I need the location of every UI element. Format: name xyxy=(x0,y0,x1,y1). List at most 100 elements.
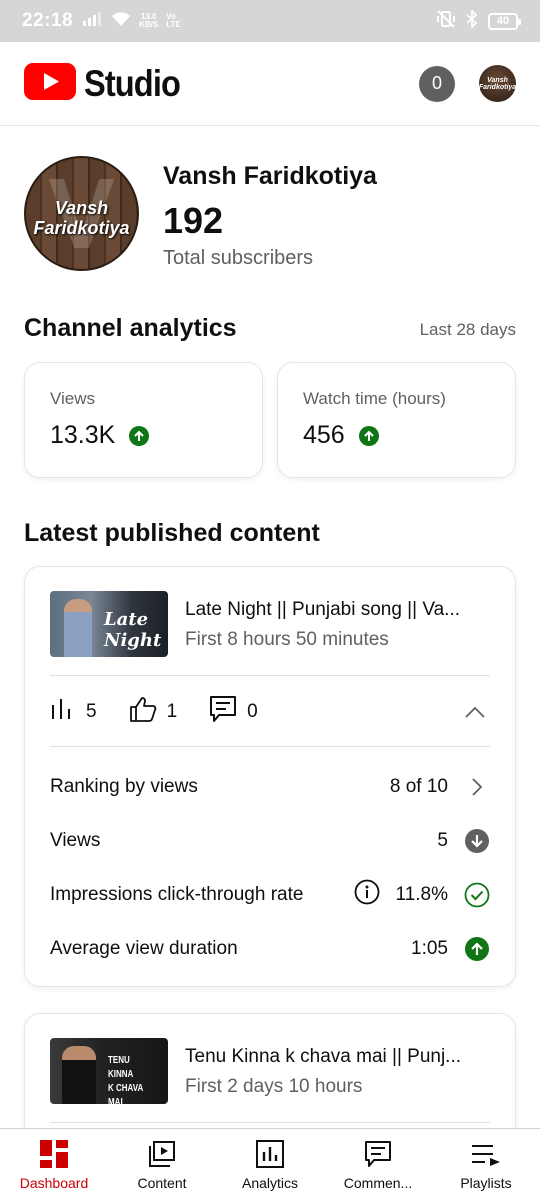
ranking-value: 8 of 10 xyxy=(389,776,448,797)
content-icon xyxy=(146,1139,178,1169)
detail-label: Impressions click-through rate xyxy=(50,884,303,906)
bar-chart-icon xyxy=(50,697,76,727)
avatar-line-2: Faridkotiya xyxy=(33,218,130,238)
down-arrow-icon xyxy=(464,829,490,853)
thumbnail-figure xyxy=(62,1046,96,1104)
video-title[interactable]: Tenu Kinna k chava mai || Punj... xyxy=(185,1046,495,1068)
bottom-navigation: Dashboard Content Analytics Commen... Pl… xyxy=(0,1128,540,1200)
thumb-line-2: K CHAVA MAI xyxy=(108,1083,143,1104)
analytics-title: Channel analytics xyxy=(24,314,237,342)
ranking-row[interactable]: Ranking by views 8 of 10 xyxy=(50,772,490,802)
network-type: Vo LTE xyxy=(166,13,181,29)
subscriber-count: 192 xyxy=(163,200,224,241)
youtube-play-icon xyxy=(24,62,76,105)
avg-duration-value: 1:05 xyxy=(411,938,448,959)
likes-stat: 1 xyxy=(129,696,178,728)
analytics-icon xyxy=(254,1139,286,1169)
playlists-icon xyxy=(470,1139,502,1169)
trend-up-icon xyxy=(358,425,379,446)
metric-value: 13.3K xyxy=(50,421,237,450)
net-speed-unit: KB/S xyxy=(139,20,159,29)
avg-duration-row: Average view duration 1:05 xyxy=(50,934,490,964)
nav-dashboard[interactable]: Dashboard xyxy=(0,1129,108,1200)
nav-label: Content xyxy=(137,1175,187,1191)
video-stats: 5 1 0 xyxy=(50,677,490,747)
check-circle-icon xyxy=(464,882,490,908)
ctr-row: Impressions click-through rate 11.8% xyxy=(50,879,490,911)
bluetooth-icon xyxy=(466,8,478,33)
video-card: Late Night Late Night || Punjabi song ||… xyxy=(24,566,516,987)
app-header: Studio 0 Vansh Faridkotiya xyxy=(0,42,540,126)
status-left-icons: 13.0 KB/S Vo LTE xyxy=(83,11,181,32)
account-avatar[interactable]: Vansh Faridkotiya xyxy=(479,65,516,102)
thumbnail-text: TENU KINNA K CHAVA MAI xyxy=(108,1054,156,1104)
comments-count: 0 xyxy=(247,701,258,722)
chevron-up-icon xyxy=(465,706,485,718)
comment-icon xyxy=(209,695,237,729)
avatar-name: Vansh Faridkotiya xyxy=(26,198,137,238)
channel-avatar[interactable]: V Vansh Faridkotiya xyxy=(24,156,139,271)
views-detail-value: 5 xyxy=(437,830,448,851)
likes-count: 1 xyxy=(166,701,178,722)
thumbnail-figure xyxy=(64,599,92,657)
detail-value-group: 1:05 xyxy=(411,937,490,961)
divider xyxy=(50,746,490,747)
detail-label: Ranking by views xyxy=(50,776,198,797)
notifications-button[interactable]: 0 xyxy=(419,65,455,102)
app-name: Studio xyxy=(84,62,181,104)
vibrate-icon xyxy=(436,9,456,33)
divider xyxy=(50,1122,490,1123)
detail-value-group: 5 xyxy=(437,829,490,853)
watch-time-card[interactable]: Watch time (hours) 456 xyxy=(277,362,516,478)
metric-label: Views xyxy=(50,389,96,408)
nav-content[interactable]: Content xyxy=(108,1129,216,1200)
detail-value-group: 8 of 10 xyxy=(390,776,490,798)
ctr-value: 11.8% xyxy=(395,884,448,905)
info-icon[interactable] xyxy=(354,879,380,911)
video-thumbnail[interactable]: Late Night xyxy=(50,591,168,657)
nav-label: Dashboard xyxy=(19,1175,89,1191)
battery-icon: 40 xyxy=(488,12,521,30)
video-age: First 2 days 10 hours xyxy=(185,1076,363,1097)
ctr-label: Impressions click-through rate xyxy=(50,884,304,905)
divider xyxy=(50,675,490,676)
network-speed: 13.0 KB/S xyxy=(139,13,158,29)
net-lte: LTE xyxy=(166,20,181,29)
comments-icon xyxy=(362,1139,394,1169)
signal-icon xyxy=(83,11,103,31)
views-card[interactable]: Views 13.3K xyxy=(24,362,263,478)
latest-content-title: Latest published content xyxy=(24,519,320,547)
watch-time-value: 456 xyxy=(303,421,345,449)
views-stat: 5 xyxy=(50,697,97,727)
detail-value-group: 11.8% xyxy=(354,879,490,911)
avatar-line-1: Vansh xyxy=(54,198,109,218)
detail-label: Views xyxy=(50,830,101,851)
video-age: First 8 hours 50 minutes xyxy=(185,629,389,650)
status-time: 22:18 xyxy=(22,10,74,31)
nav-analytics[interactable]: Analytics xyxy=(216,1129,324,1200)
views-count: 5 xyxy=(86,701,97,722)
dashboard-icon xyxy=(38,1139,70,1169)
nav-playlists[interactable]: Playlists xyxy=(432,1129,540,1200)
status-bar: 22:18 13.0 KB/S Vo LTE 40 xyxy=(0,0,540,42)
thumbnail-text: Late Night xyxy=(104,609,162,651)
analytics-period: Last 28 days xyxy=(419,320,516,339)
video-title[interactable]: Late Night || Punjabi song || Va... xyxy=(185,599,495,621)
detail-label: Average view duration xyxy=(50,938,238,959)
header-actions: 0 Vansh Faridkotiya xyxy=(419,65,516,102)
video-thumbnail[interactable]: TENU KINNA K CHAVA MAI xyxy=(50,1038,168,1104)
collapse-button[interactable] xyxy=(460,697,490,727)
nav-label: Analytics xyxy=(241,1175,299,1191)
subscriber-label: Total subscribers xyxy=(163,247,314,269)
views-value: 13.3K xyxy=(50,421,116,449)
channel-summary: V Vansh Faridkotiya Vansh Faridkotiya 19… xyxy=(24,156,516,274)
thumbs-up-icon xyxy=(129,696,157,728)
views-row: Views 5 xyxy=(50,826,490,856)
comments-stat: 0 xyxy=(209,695,258,729)
nav-label: Commen... xyxy=(343,1175,413,1191)
nav-comments[interactable]: Commen... xyxy=(324,1129,432,1200)
metric-value: 456 xyxy=(303,421,490,450)
up-arrow-icon xyxy=(464,937,490,961)
metric-label: Watch time (hours) xyxy=(303,389,446,408)
studio-logo[interactable]: Studio xyxy=(24,62,193,105)
